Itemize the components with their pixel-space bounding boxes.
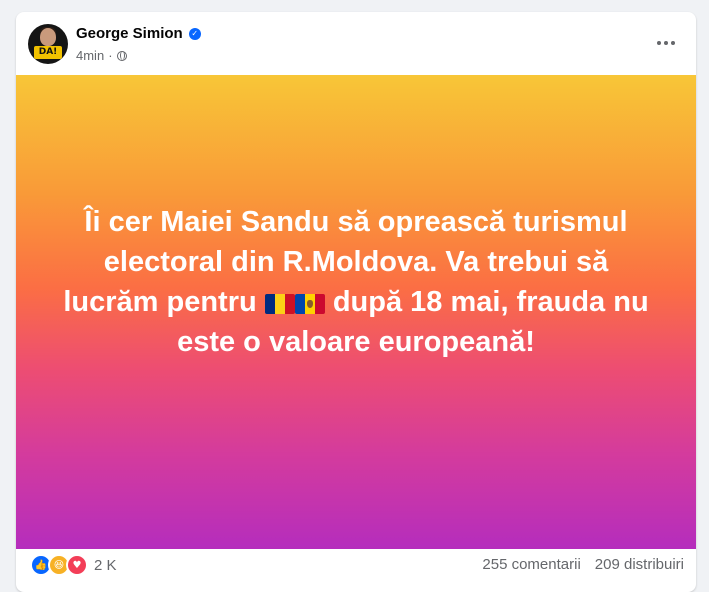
post-meta: 4min · [76,48,127,63]
more-dot [657,41,661,45]
verified-badge-icon: ✓ [188,27,201,40]
post-card: DA! George Simion ✓ 4min · Îi cer Maiei … [16,12,696,592]
romania-flag-icon [264,294,295,314]
author-name: George Simion [76,25,183,42]
post-timestamp[interactable]: 4min [76,48,104,63]
avatar-face [40,28,56,46]
post-background[interactable]: Îi cer Maiei Sandu să oprească turismul … [16,75,696,549]
moldova-flag-icon [294,294,325,314]
globe-icon[interactable] [116,50,127,61]
meta-separator: · [108,48,113,63]
avatar[interactable]: DA! [28,24,68,64]
comments-count-link[interactable]: 255 comentarii [482,556,580,573]
engagement-bar: 👍 😆 ♥ 2 K 255 comentarii 209 distribuiri [16,550,696,580]
shares-count-link[interactable]: 209 distribuiri [595,556,684,573]
post-header: DA! George Simion ✓ 4min · [16,12,696,74]
reactions-summary[interactable]: 👍 😆 ♥ 2 K [30,554,117,576]
avatar-banner: DA! [34,46,62,59]
author-name-link[interactable]: George Simion ✓ [76,25,201,42]
reactions-count: 2 K [94,556,117,574]
more-dot [671,41,675,45]
love-reaction-icon: ♥ [66,554,88,576]
post-text: Îi cer Maiei Sandu să oprească turismul … [56,202,656,362]
more-dot [664,41,668,45]
engagement-counts: 255 comentarii 209 distribuiri [482,556,684,573]
more-options-icon[interactable] [648,30,684,56]
